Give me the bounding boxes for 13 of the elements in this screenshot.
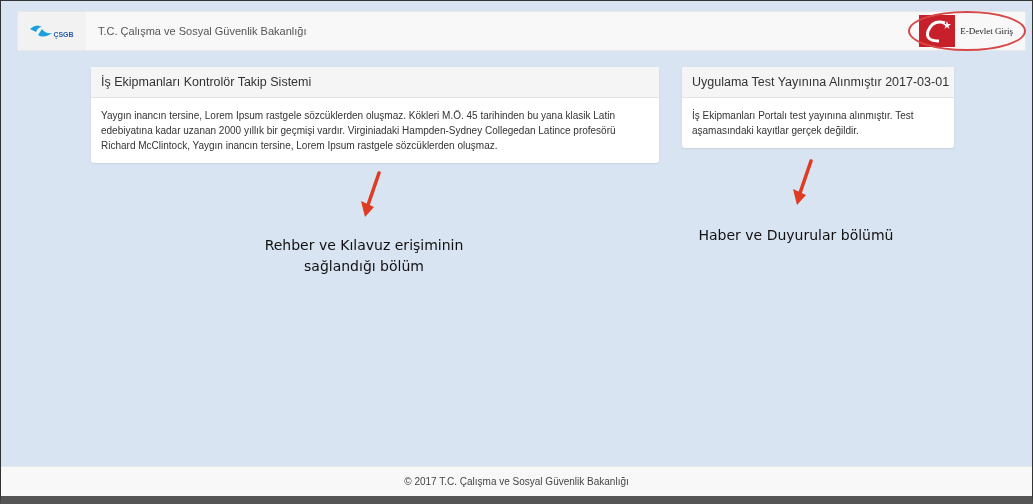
arrow-icon <box>359 171 383 219</box>
copyright-text: © 2017 T.C. Çalışma ve Sosyal Güvenlik Bakanlığı <box>404 476 629 487</box>
site-title: T.C. Çalışma ve Sosyal Güvenlik Bakanlığı <box>98 25 308 37</box>
panel-title: İş Ekipmanları Kontrolör Takip Sistemi <box>91 67 659 98</box>
logo-icon <box>30 23 53 39</box>
e-devlet-login-link[interactable]: E-Devlet Giriş <box>909 12 1025 50</box>
annotation-text: Rehber ve Kılavuz erişiminin sağlandığı bölüm <box>263 236 465 276</box>
panel-text: İş Ekipmanları Portalı test yayınına alınmıştır. Test aşamasındaki kayıtlar gerçek değildir. <box>691 108 915 138</box>
panel-text: Yaygın inancın tersine, Lorem Ipsum rastgele sözcüklerden oluşmaz. Kökleri M.Ö. 45 tarihinden bu yana klasik Latin edebiyatına kadar uzanan 2000 yıllık bir geçmişi vardır. Virginiadaki Hampden-Sydney Collegedan Latince profesörü Richard McClintock, Yaygın inancın tersine, Lorem Ipsum rastgele sözcüklerden oluşmaz. <box>100 109 617 153</box>
annotation-text: Haber ve Duyurular bölümü <box>697 226 895 245</box>
panel-title: Uygulama Test Yayınına Alınmıştır 2017-03-01 <box>682 67 954 98</box>
e-devlet-logo-icon <box>919 15 956 47</box>
arrow-icon <box>791 159 815 207</box>
